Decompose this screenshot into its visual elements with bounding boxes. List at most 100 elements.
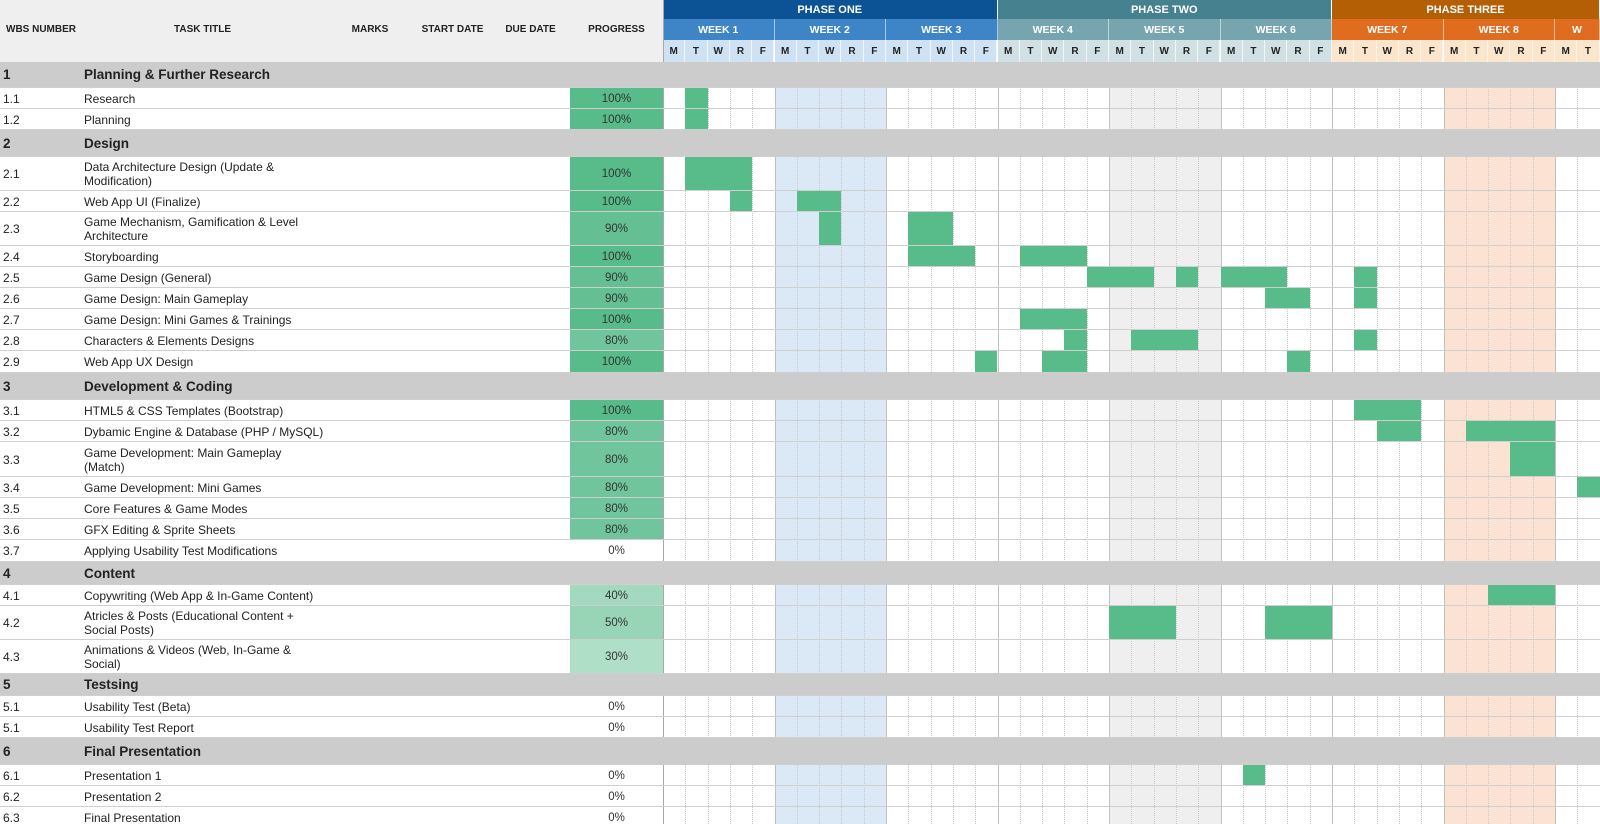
task-title[interactable]: GFX Editing & Sprite Sheets [84,519,324,540]
progress-cell[interactable]: 100% [570,309,663,330]
task-row[interactable]: 2.5 Game Design (General) 90% [0,267,1600,288]
progress-cell[interactable]: 100% [570,88,663,109]
gantt-bar[interactable] [1175,267,1199,288]
gantt-bar[interactable] [1131,606,1154,640]
progress-cell[interactable]: 0% [570,717,663,738]
task-title[interactable]: Final Presentation [84,807,324,824]
task-row[interactable]: 4.3 Animations & Videos (Web, In-Game & S… [0,640,1600,674]
task-row[interactable]: 6.1 Presentation 1 0% [0,765,1600,786]
task-title[interactable]: Web App UX Design [84,351,324,373]
week-header[interactable]: WEEK 5 [1109,19,1221,40]
gantt-bar[interactable] [1109,267,1132,288]
gantt-bar[interactable] [1532,442,1555,477]
gantt-bar[interactable] [729,191,753,212]
progress-cell[interactable]: 90% [570,288,663,309]
gantt-bar[interactable] [1175,330,1199,351]
task-title[interactable]: Atricles & Posts (Educational Content + … [84,606,324,640]
progress-cell[interactable]: 30% [570,640,663,674]
task-row[interactable]: 1.1 Research 100% [0,88,1600,109]
gantt-bar[interactable] [1532,585,1555,606]
gantt-bar[interactable] [1398,421,1422,442]
task-row[interactable]: 2.2 Web App UI (Finalize) 100% [0,191,1600,212]
task-row[interactable]: 1.2 Planning 100% [0,109,1600,130]
task-title[interactable]: Applying Usability Test Modifications [84,540,324,562]
section-row[interactable]: 2 Design [0,130,1600,157]
task-title[interactable]: Game Development: Mini Games [84,477,324,498]
gantt-bar[interactable] [1354,267,1377,288]
task-row[interactable]: 5.1 Usability Test (Beta) 0% [0,696,1600,717]
gantt-bar[interactable] [1064,309,1087,330]
task-title[interactable]: Design [84,130,324,157]
gantt-bar[interactable] [1465,421,1489,442]
gantt-bar[interactable] [1532,421,1555,442]
gantt-bar[interactable] [1242,267,1266,288]
gantt-bar[interactable] [1510,421,1533,442]
gantt-bar[interactable] [1064,351,1087,373]
progress-cell[interactable]: 90% [570,267,663,288]
section-row[interactable]: 6 Final Presentation [0,738,1600,765]
header-start-date[interactable]: START DATE [415,0,490,58]
task-row[interactable]: 3.2 Dybamic Engine & Database (PHP / MySQ… [0,421,1600,442]
section-row[interactable]: 1 Planning & Further Research [0,62,1600,88]
progress-cell[interactable]: 80% [570,421,663,442]
gantt-bar[interactable] [1265,267,1288,288]
task-title[interactable]: Copywriting (Web App & In-Game Content) [84,585,324,606]
task-row[interactable]: 4.2 Atricles & Posts (Educational Content… [0,606,1600,640]
task-row[interactable]: 2.9 Web App UX Design 100% [0,351,1600,373]
task-row[interactable]: 4.1 Copywriting (Web App & In-Game Conten… [0,585,1600,606]
task-row[interactable]: 3.1 HTML5 & CSS Templates (Bootstrap) 100% [0,400,1600,421]
week-header[interactable]: WEEK 4 [997,19,1109,40]
gantt-bar[interactable] [1376,400,1399,421]
gantt-bar[interactable] [1242,765,1266,786]
progress-cell[interactable]: 50% [570,606,663,640]
progress-cell[interactable]: 100% [570,157,663,191]
gantt-bar[interactable] [1042,351,1065,373]
task-row[interactable]: 2.3 Game Mechanism, Gamification & Level … [0,212,1600,246]
header-marks[interactable]: MARKS [340,0,400,58]
progress-cell[interactable]: 0% [570,765,663,786]
gantt-bar[interactable] [1153,606,1176,640]
gantt-bar[interactable] [1042,309,1065,330]
section-row[interactable]: 4 Content [0,562,1600,585]
task-title[interactable]: Presentation 1 [84,765,324,786]
task-row[interactable]: 6.2 Presentation 2 0% [0,786,1600,807]
task-title[interactable]: Animations & Videos (Web, In-Game & Soci… [84,640,324,674]
progress-cell[interactable]: 0% [570,540,663,562]
task-title[interactable]: Game Design: Mini Games & Trainings [84,309,324,330]
gantt-bar[interactable] [1309,606,1332,640]
progress-cell[interactable]: 100% [570,109,663,130]
gantt-bar[interactable] [1109,606,1132,640]
gantt-bar[interactable] [685,157,708,191]
task-title[interactable]: Web App UI (Finalize) [84,191,324,212]
gantt-bar[interactable] [819,191,842,212]
gantt-bar[interactable] [1042,246,1065,267]
task-title[interactable]: Testsing [84,674,324,696]
task-title[interactable]: Core Features & Game Modes [84,498,324,519]
progress-cell[interactable]: 40% [570,585,663,606]
task-row[interactable]: 2.1 Data Architecture Design (Update & Mo… [0,157,1600,191]
phase-header[interactable]: PHASE THREE [1332,0,1600,19]
gantt-bar[interactable] [1510,442,1533,477]
task-title[interactable]: Final Presentation [84,738,324,765]
week-header[interactable]: WEEK 1 [663,19,775,40]
week-header[interactable]: W [1555,19,1600,40]
gantt-bar[interactable] [908,212,931,246]
progress-cell[interactable]: 80% [570,330,663,351]
task-title[interactable]: Characters & Elements Designs [84,330,324,351]
gantt-bar[interactable] [952,246,976,267]
task-title[interactable]: Game Design: Main Gameplay [84,288,324,309]
gantt-bar[interactable] [975,351,998,373]
week-header[interactable]: WEEK 6 [1220,19,1332,40]
gantt-bar[interactable] [707,157,730,191]
progress-cell[interactable]: 80% [570,477,663,498]
phase-header[interactable]: PHASE ONE [663,0,998,19]
task-title[interactable]: Planning [84,109,324,130]
task-title[interactable]: Game Development: Main Gameplay (Match) [84,442,324,477]
task-row[interactable]: 2.6 Game Design: Main Gameplay 90% [0,288,1600,309]
task-row[interactable]: 3.7 Applying Usability Test Modifications… [0,540,1600,562]
week-header[interactable]: WEEK 2 [774,19,886,40]
section-row[interactable]: 5 Testsing [0,674,1600,696]
gantt-bar[interactable] [1086,267,1109,288]
task-title[interactable]: Data Architecture Design (Update & Modif… [84,157,324,191]
task-title[interactable]: Dybamic Engine & Database (PHP / MySQL) [84,421,324,442]
